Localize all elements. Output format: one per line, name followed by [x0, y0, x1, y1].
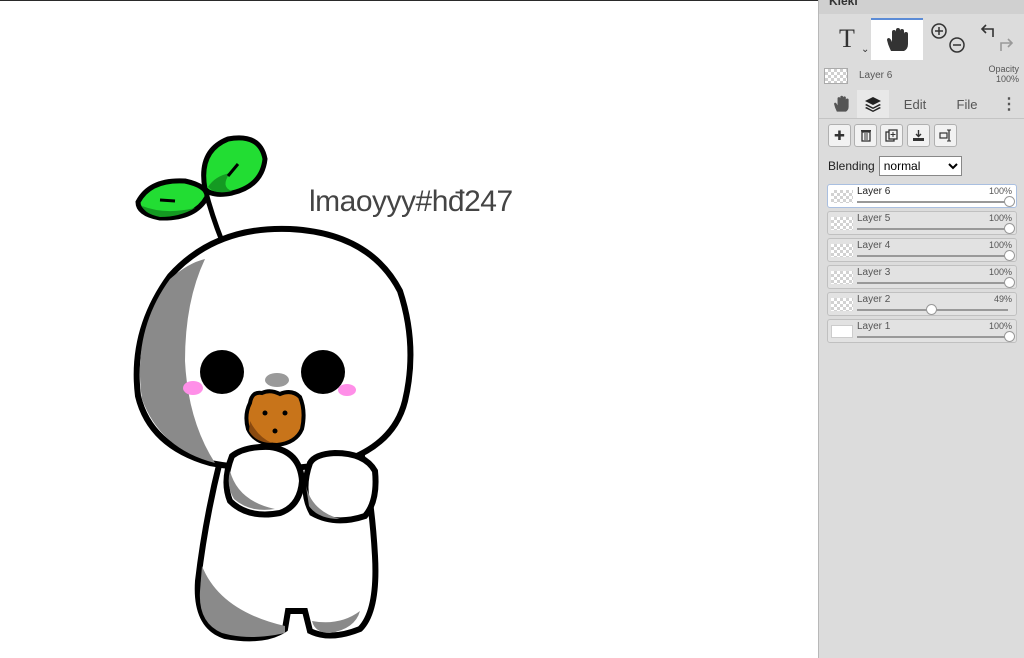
layer-opacity: 100%: [988, 213, 1012, 223]
layer-item[interactable]: Layer 3 100%: [827, 265, 1017, 289]
layer-item[interactable]: Layer 4 100%: [827, 238, 1017, 262]
left-eye: [200, 350, 244, 394]
layer-opacity-slider-handle[interactable]: [1004, 196, 1015, 207]
current-layer-opacity: Opacity 100%: [988, 64, 1019, 84]
layer-opacity-slider[interactable]: [857, 228, 1008, 230]
delete-layer-icon[interactable]: [854, 124, 877, 147]
right-blush: [338, 384, 356, 396]
merge-layer-icon[interactable]: [907, 124, 930, 147]
layer-opacity: 100%: [988, 321, 1012, 331]
cookie-chip: [272, 428, 278, 434]
layer-opacity-slider-handle[interactable]: [925, 304, 937, 315]
layer-buttons: ✚: [819, 124, 1024, 150]
layer-thumbnail: [831, 298, 853, 311]
layer-thumbnail: [831, 217, 853, 230]
layer-name: Layer 2: [857, 294, 891, 305]
layer-list: Layer 6 100% Layer 5 100% Layer 4 100% Layer 3…: [827, 184, 1017, 346]
hand-tool-icon: [887, 28, 908, 51]
right-eye: [301, 350, 345, 394]
tab-edit[interactable]: Edit: [895, 90, 935, 118]
tab-file[interactable]: File: [947, 90, 987, 118]
layer-item[interactable]: Layer 1 100%: [827, 319, 1017, 343]
opacity-value: 100%: [995, 74, 1019, 84]
zoom-out-icon[interactable]: [949, 37, 965, 53]
blending-control: Blending normal: [828, 156, 962, 176]
layer-opacity-slider[interactable]: [857, 201, 1008, 203]
cookie-chip: [262, 410, 268, 416]
opacity-label: Opacity: [988, 64, 1019, 74]
layer-opacity-slider-handle[interactable]: [1004, 277, 1015, 288]
current-layer-thumbnail: [824, 68, 848, 84]
layer-opacity-slider-handle[interactable]: [1004, 250, 1015, 261]
layer-opacity: 100%: [988, 186, 1012, 196]
canvas-text: lmaoyyy#hđ247: [309, 185, 513, 218]
layer-thumbnail: [831, 271, 853, 284]
tab-hand[interactable]: [825, 90, 857, 118]
layer-item[interactable]: Layer 5 100%: [827, 211, 1017, 235]
more-menu-icon[interactable]: ⋮: [999, 90, 1019, 118]
blending-label: Blending: [828, 159, 875, 173]
hand-tool-button[interactable]: [871, 18, 923, 60]
side-panel: Kleki T ⌄ Layer 6 Opacity 100% Edit File…: [818, 0, 1024, 658]
blending-select[interactable]: normal: [878, 156, 962, 176]
layer-opacity: 100%: [988, 240, 1012, 250]
zoom-in-icon[interactable]: [931, 23, 947, 39]
tab-layers[interactable]: [857, 90, 889, 118]
left-hand: [223, 443, 306, 518]
toolbar: T ⌄: [819, 14, 1024, 60]
layer-name: Layer 3: [857, 267, 891, 278]
panel-tabs: Edit File ⋮: [819, 90, 1024, 119]
hand-icon: [834, 95, 849, 112]
drawing-canvas[interactable]: lmaoyyy#hđ247: [0, 1, 818, 658]
cookie-chip: [282, 410, 288, 416]
layer-thumbnail: [831, 190, 853, 203]
duplicate-layer-icon[interactable]: [880, 124, 903, 147]
layer-opacity-slider-handle[interactable]: [1004, 331, 1015, 342]
left-leaf-line: [159, 198, 176, 203]
layer-opacity-slider[interactable]: [857, 336, 1008, 338]
text-tool-button[interactable]: T ⌄: [823, 18, 871, 60]
zoom-controls: [925, 18, 971, 60]
layer-thumbnail: [831, 325, 853, 338]
layer-item[interactable]: Layer 2 49%: [827, 292, 1017, 316]
layer-opacity-slider[interactable]: [857, 282, 1008, 284]
layer-opacity-slider-handle[interactable]: [1004, 223, 1015, 234]
layer-name: Layer 6: [857, 186, 891, 197]
redo-icon[interactable]: [1000, 38, 1014, 51]
layer-name: Layer 5: [857, 213, 891, 224]
layer-opacity-slider[interactable]: [857, 255, 1008, 257]
history-controls: [973, 18, 1021, 60]
layer-opacity: 49%: [993, 294, 1012, 304]
current-layer-preview: Layer 6 Opacity 100%: [819, 62, 1024, 90]
undo-icon[interactable]: [980, 24, 994, 37]
layer-name: Layer 1: [857, 321, 891, 332]
chevron-down-icon[interactable]: ⌄: [861, 44, 869, 55]
layers-icon: [865, 97, 881, 112]
app-title: Kleki: [829, 0, 858, 8]
sprout-character-drawing: [133, 135, 414, 642]
layer-opacity: 100%: [988, 267, 1012, 277]
layer-name: Layer 4: [857, 240, 891, 251]
current-layer-name: Layer 6: [859, 70, 893, 81]
left-blush: [183, 381, 203, 395]
layer-thumbnail: [831, 244, 853, 257]
rename-layer-icon[interactable]: [934, 124, 957, 147]
nose: [265, 373, 289, 387]
layer-item[interactable]: Layer 6 100%: [827, 184, 1017, 208]
add-layer-icon[interactable]: ✚: [828, 124, 851, 147]
panel-topbar: Kleki: [819, 0, 1024, 14]
text-tool-icon: T: [839, 24, 855, 53]
